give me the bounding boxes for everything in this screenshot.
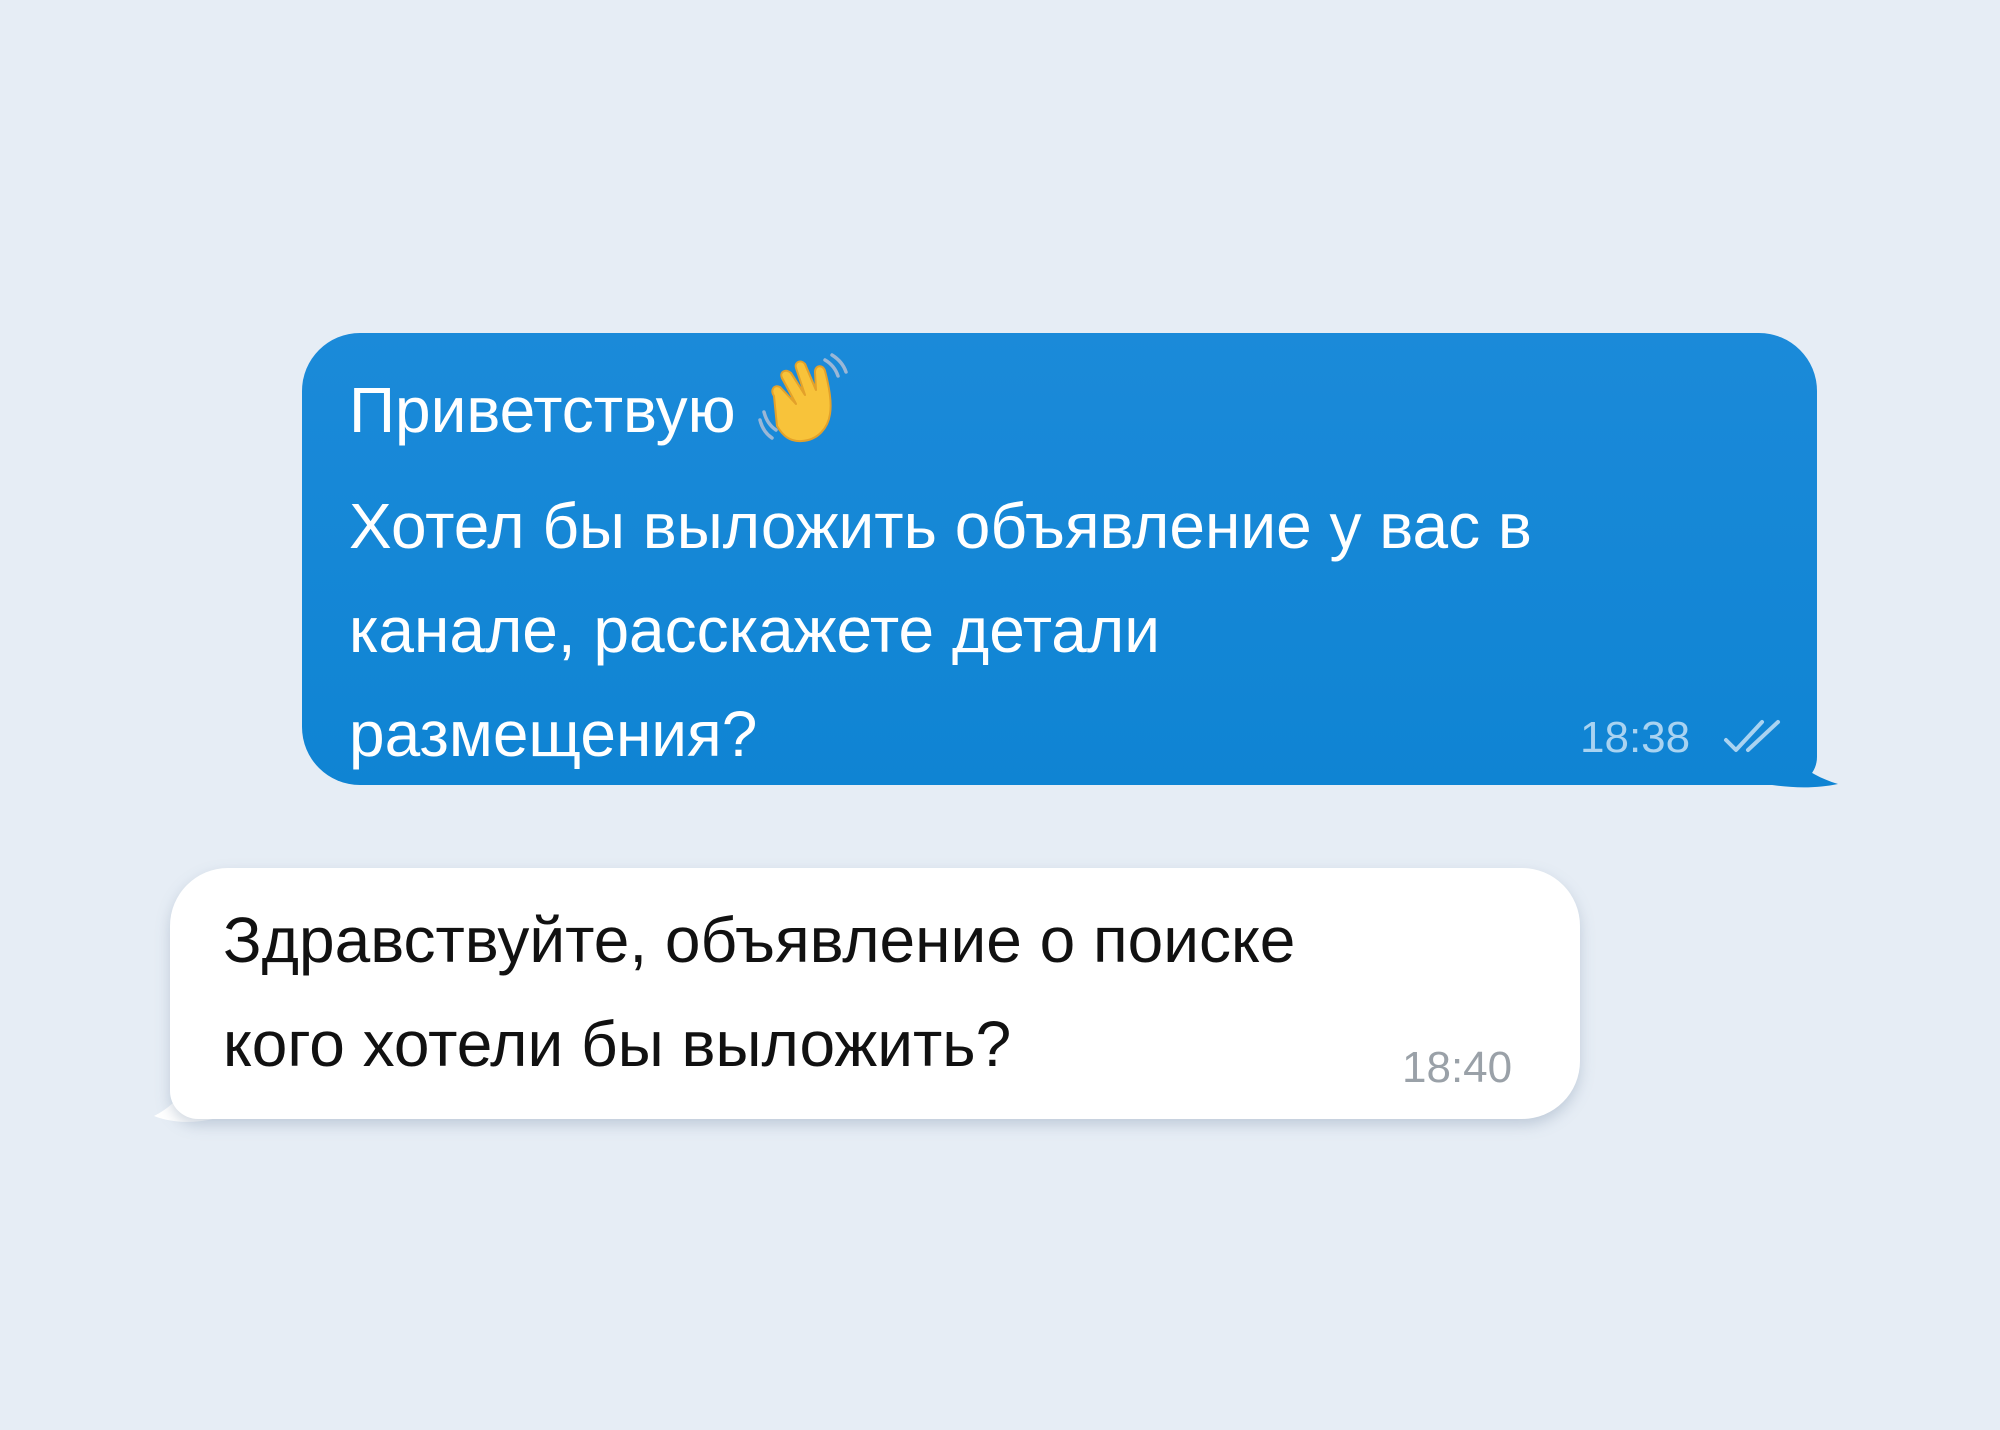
chat-view: Приветствую Хотел бы выложить объявление… (0, 0, 2000, 1430)
incoming-line-1: Здравствуйте, объявление о поиске (223, 904, 1296, 976)
outgoing-timestamp: 18:38 (1580, 713, 1691, 762)
outgoing-line-4: размещения? (349, 698, 758, 770)
incoming-line-2: кого хотели бы выложить? (223, 1008, 1012, 1080)
outgoing-line-2: Хотел бы выложить объявление у вас в (349, 490, 1532, 562)
outgoing-line-1: Приветствую (349, 352, 1532, 474)
incoming-message-text: Здравствуйте, объявление о поиске кого х… (223, 888, 1295, 1096)
waving-hand-icon (757, 352, 850, 474)
double-check-icon (1724, 720, 1780, 752)
outgoing-line-3: канале, расскажете детали (349, 594, 1160, 666)
incoming-timestamp: 18:40 (1402, 1043, 1513, 1092)
outgoing-message-text: Приветствую Хотел бы выложить объявление… (349, 352, 1532, 786)
